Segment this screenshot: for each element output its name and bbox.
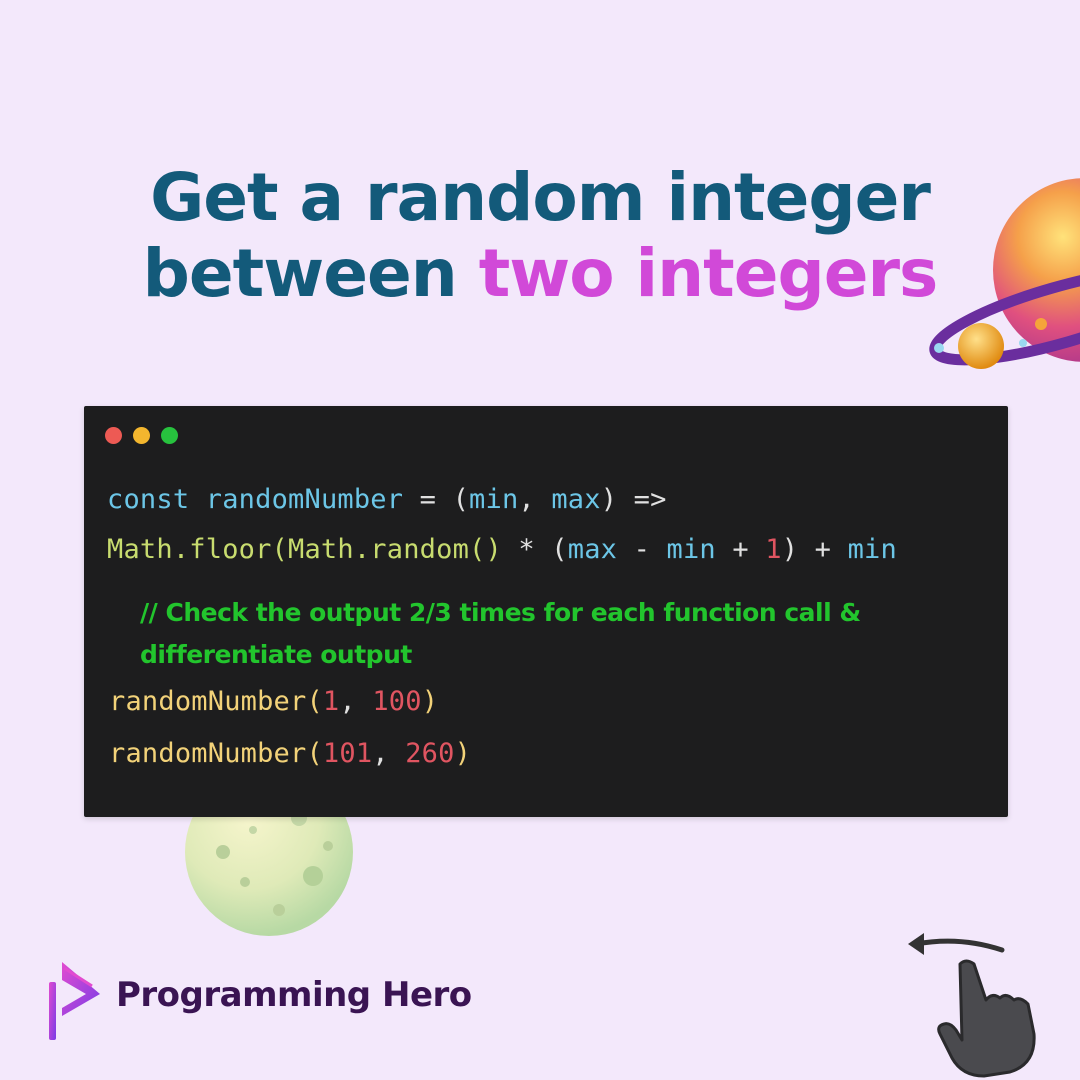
planet-icon: [929, 178, 1080, 369]
logo-icon: [49, 962, 100, 1040]
window-controls: [105, 427, 178, 444]
brand-name: Programming Hero: [116, 975, 472, 1015]
title-line-2: between two integers: [0, 236, 1080, 312]
code-line-2: Math.floor(Math.random() * (max - min + …: [107, 534, 897, 565]
code-token: const: [107, 484, 190, 515]
code-token: max: [551, 484, 601, 515]
code-token: ) =>: [600, 484, 667, 515]
title-line-2-start: between: [142, 235, 479, 312]
code-token: +: [715, 534, 766, 565]
code-token: min: [666, 534, 716, 565]
title-line-1: Get a random integer: [150, 159, 931, 236]
code-token: ,: [518, 484, 552, 515]
code-token: randomNumber(: [109, 686, 323, 717]
close-dot-icon[interactable]: [105, 427, 122, 444]
code-token: 260: [405, 738, 455, 769]
code-token: max: [567, 534, 618, 565]
code-line-4: randomNumber(101, 260): [109, 738, 471, 769]
code-token: randomNumber(: [109, 738, 323, 769]
code-line-1: const randomNumber = (min, max) =>: [107, 484, 667, 515]
code-token: * (: [501, 534, 568, 565]
code-token: min: [847, 534, 897, 565]
title-highlight: two integers: [478, 235, 939, 312]
code-token: ): [454, 738, 472, 769]
code-token: 1: [322, 686, 340, 717]
code-comment: // Check the output 2/3 times for each f…: [140, 598, 861, 669]
code-token: ,: [339, 686, 373, 717]
code-token: ): [421, 686, 439, 717]
minimize-dot-icon[interactable]: [133, 427, 150, 444]
maximize-dot-icon[interactable]: [161, 427, 178, 444]
page-title: Get a random integer between two integer…: [0, 160, 1080, 312]
code-token: ,: [372, 738, 406, 769]
code-token: Math.floor(Math.random(): [107, 534, 502, 565]
code-token: 101: [322, 738, 373, 769]
code-token: min: [469, 484, 519, 515]
code-token: 100: [372, 686, 422, 717]
code-line-3: randomNumber(1, 100): [109, 686, 438, 717]
code-token: -: [617, 534, 667, 565]
code-token: ) +: [781, 534, 848, 565]
code-token: randomNumber: [205, 484, 404, 515]
code-token: = (: [403, 484, 470, 515]
swipe-hand-icon: [908, 933, 1036, 1078]
code-editor: const randomNumber = (min, max) => Math.…: [84, 406, 1008, 817]
code-token: 1: [765, 534, 782, 565]
